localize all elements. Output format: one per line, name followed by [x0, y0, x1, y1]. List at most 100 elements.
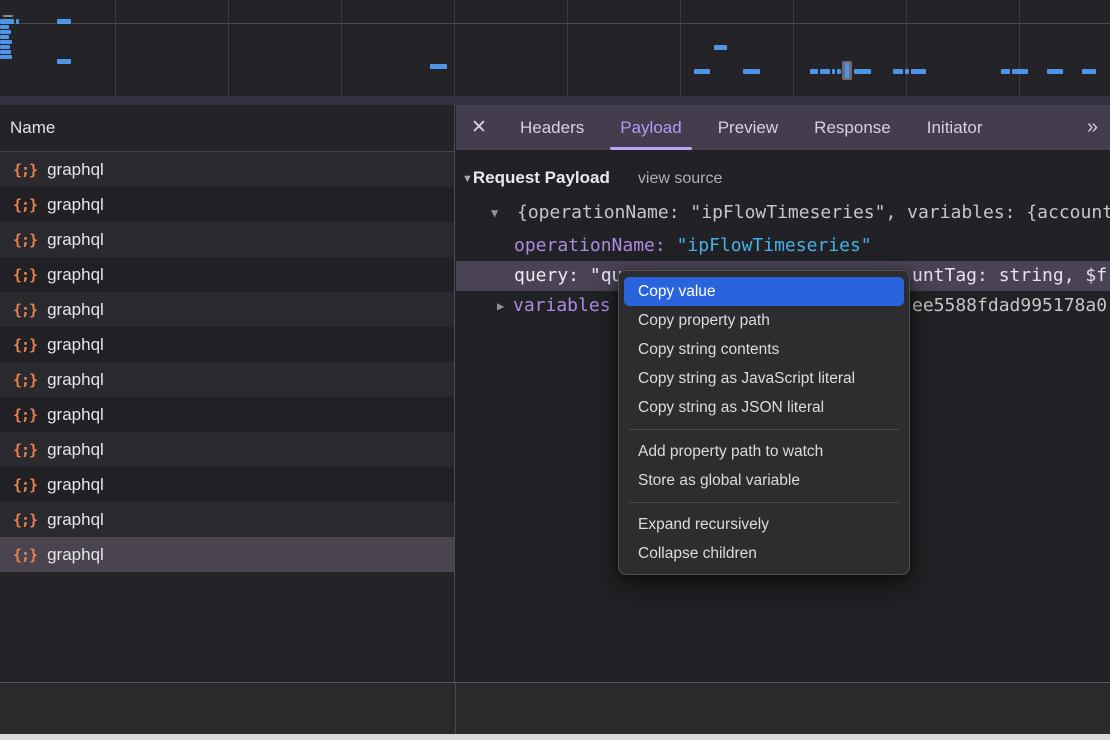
request-row-graphql[interactable]: {;}graphql: [0, 467, 454, 502]
request-name-label: graphql: [47, 370, 104, 390]
request-name-label: graphql: [47, 300, 104, 320]
request-timing-bar: [905, 69, 909, 74]
overview-hover-marker-bar: [845, 63, 849, 78]
more-tabs-icon[interactable]: »: [1087, 116, 1096, 139]
property-value-right-fragment: untTag: string, $f: [912, 261, 1107, 291]
json-braces-icon: {;}: [13, 441, 37, 459]
request-timing-bar: [743, 69, 760, 74]
request-row-graphql[interactable]: {;} graphql: [0, 152, 454, 187]
request-row-graphql[interactable]: {;}graphql: [0, 222, 454, 257]
request-timing-bar: [0, 35, 9, 39]
variables-preview-fragment: ee5588fdad995178a0: [912, 291, 1107, 321]
summary-footer: [0, 683, 1110, 734]
page-bottom-edge: [0, 734, 1110, 740]
overview-gridline: [341, 0, 342, 96]
menu-item-collapse-children[interactable]: Collapse children: [624, 539, 904, 568]
request-timing-bar: [3, 15, 13, 17]
overview-lane-divider: [0, 23, 1110, 24]
request-row-graphql[interactable]: {;} graphql: [0, 292, 454, 327]
menu-item-expand-recursively[interactable]: Expand recursively: [624, 510, 904, 539]
request-timing-bar: [1082, 69, 1096, 74]
request-name-label: graphql: [47, 230, 104, 250]
name-column-header[interactable]: Name: [0, 105, 454, 152]
request-name-label: graphql: [47, 265, 104, 285]
menu-item-copy-string-as-json-literal[interactable]: Copy string as JSON literal: [624, 393, 904, 422]
request-timing-bar: [694, 69, 710, 74]
payload-operation-name-row[interactable]: operationName: "ipFlowTimeseries": [456, 231, 1110, 261]
variables-collapsed-icon[interactable]: ▶: [497, 291, 504, 321]
request-name-label: graphql: [47, 405, 104, 425]
overview-gridline: [567, 0, 568, 96]
request-timing-bar: [1001, 69, 1010, 74]
request-timing-bar: [893, 69, 903, 74]
request-name-label: graphql: [47, 545, 104, 565]
request-row-graphql[interactable]: {;} graphql: [0, 397, 454, 432]
request-row-graphql[interactable]: {;} graphql: [0, 257, 454, 292]
json-braces-icon: {;}: [13, 476, 37, 494]
view-source-link[interactable]: view source: [638, 170, 722, 187]
tab-initiator[interactable]: Initiator: [909, 105, 1001, 150]
json-braces-icon: {;}: [13, 301, 37, 319]
network-overview-timeline[interactable]: [0, 0, 1110, 96]
menu-divider: [629, 429, 899, 430]
root-expanded-icon[interactable]: ▼: [491, 198, 498, 228]
request-list-panel: Name {;}graphql{;}graphql{;}graphql{;}gr…: [0, 105, 455, 682]
tab-payload[interactable]: Payload: [602, 105, 699, 150]
devtools-network-panel: Name {;}graphql{;}graphql{;}graphql{;}gr…: [0, 0, 1110, 740]
request-timing-bar: [714, 45, 727, 50]
overview-gridline: [228, 0, 229, 96]
request-timing-bar: [0, 50, 11, 54]
request-timing-bar: [0, 55, 12, 59]
overview-gridline: [454, 0, 455, 96]
request-timing-bar: [1012, 69, 1028, 74]
tab-headers[interactable]: Headers: [502, 105, 602, 150]
property-key: variables: [513, 291, 611, 321]
tab-preview[interactable]: Preview: [700, 105, 796, 150]
menu-item-store-as-global-variable[interactable]: Store as global variable: [624, 466, 904, 495]
request-row-graphql[interactable]: {;}graphql: [0, 432, 454, 467]
request-timing-bar: [57, 19, 71, 24]
menu-item-add-property-path-to-watch[interactable]: Add property path to watch: [624, 437, 904, 466]
request-timing-bar: [0, 30, 11, 34]
request-row-graphql[interactable]: {;} graphql: [0, 327, 454, 362]
section-expanded-icon[interactable]: ▼: [462, 164, 473, 194]
request-timing-bar: [854, 69, 871, 74]
menu-item-copy-value[interactable]: Copy value: [624, 277, 904, 306]
menu-item-copy-string-contents[interactable]: Copy string contents: [624, 335, 904, 364]
details-tabs: HeadersPayloadPreviewResponseInitiator: [502, 105, 1000, 150]
request-timing-bar: [16, 19, 19, 24]
property-key: operationName:: [514, 235, 666, 256]
request-row-graphql[interactable]: {;} graphql: [0, 502, 454, 537]
request-name-label: graphql: [47, 510, 104, 530]
menu-item-copy-string-as-javascript-literal[interactable]: Copy string as JavaScript literal: [624, 364, 904, 393]
json-braces-icon: {;}: [13, 406, 37, 424]
request-row-graphql[interactable]: {;}graphql: [0, 187, 454, 222]
json-braces-icon: {;}: [13, 161, 37, 179]
section-title: Request Payload: [473, 168, 610, 187]
footer-column-divider: [455, 683, 456, 734]
request-name-label: graphql: [47, 335, 104, 355]
property-key: query:: [514, 265, 579, 286]
request-timing-bar: [430, 64, 447, 69]
json-braces-icon: {;}: [13, 511, 37, 529]
request-row-graphql[interactable]: {;} graphql: [0, 362, 454, 397]
request-timing-bar: [911, 69, 926, 74]
json-braces-icon: {;}: [13, 336, 37, 354]
overview-hover-marker: [842, 61, 852, 80]
tab-response[interactable]: Response: [796, 105, 909, 150]
json-braces-icon: {;}: [13, 371, 37, 389]
request-timing-bar: [57, 59, 71, 64]
request-timing-bar: [0, 40, 12, 44]
overview-gridline: [1019, 0, 1020, 96]
request-row-graphql[interactable]: {;}graphql: [0, 537, 454, 572]
details-tabbar: ✕ HeadersPayloadPreviewResponseInitiator…: [456, 105, 1110, 150]
request-name-label: graphql: [47, 160, 104, 180]
request-timing-bar: [820, 69, 830, 74]
close-icon[interactable]: ✕: [456, 116, 502, 139]
json-braces-icon: {;}: [13, 266, 37, 284]
request-payload-header[interactable]: ▼Request Payload view source: [456, 163, 1110, 193]
menu-item-copy-property-path[interactable]: Copy property path: [624, 306, 904, 335]
request-timing-bar: [810, 69, 818, 74]
request-rows: {;} graphql {;} graphql {;} graphql {;} graphql…: [0, 152, 454, 572]
payload-root-row[interactable]: ▼ {operationName: "ipFlowTimeseries", va…: [456, 198, 1110, 228]
